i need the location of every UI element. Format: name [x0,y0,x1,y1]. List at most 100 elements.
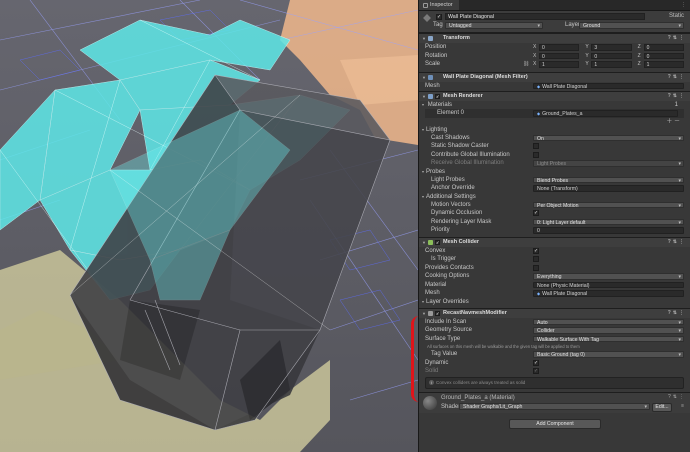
static-shadow-checkbox[interactable] [533,143,539,149]
collider-mesh-label: Mesh [425,290,440,296]
static-label[interactable]: Static [669,13,684,20]
dynamic-occlusion-row: Dynamic Occlusion ✓ [419,209,690,218]
mesh-collider-enabled-checkbox[interactable]: ✓ [435,239,440,245]
foldout-icon[interactable]: ▼ [422,92,426,101]
surface-type-dropdown[interactable]: Walkable Surface With Tag [533,335,684,343]
scale-x-field[interactable]: 1 [539,61,580,68]
add-component-button[interactable]: Add Component [509,418,601,429]
is-trigger-checkbox[interactable] [533,256,539,262]
rendering-layer-mask-dropdown[interactable]: 0: Light Layer default [533,218,684,226]
mesh-field[interactable]: Wall Plate Diagonal [533,82,684,90]
component-actions-icon[interactable]: ?⇅⋮ [668,34,686,43]
inspector-tabbar: Inspector ⋮ [419,0,690,11]
motion-vectors-dropdown[interactable]: Per Object Motion [533,201,684,209]
element-0-field[interactable]: Ground_Plates_a [533,110,678,117]
tag-dropdown[interactable]: Untagged [445,22,543,29]
mesh-renderer-header[interactable]: ▼ ✓ Mesh Renderer ?⇅⋮ [419,91,690,101]
mesh-collider-title: Mesh Collider [443,238,480,245]
rotation-z-field[interactable]: 0 [643,52,684,60]
foldout-icon[interactable]: ▼ [422,34,426,43]
object-name-field[interactable]: Wall Plate Diagonal [445,13,645,20]
rotation-x-field[interactable]: 0 [539,52,580,60]
tag-value-dropdown[interactable]: Basic Ground (tag 0) [533,351,684,358]
transform-row-scale: Scale ⛓ X1 Y1 Z1 [419,60,690,69]
foldout-icon[interactable]: ▼ [422,238,426,247]
convex-checkbox[interactable]: ✓ [533,247,539,254]
foldout-icon[interactable]: ▼ [422,309,426,318]
script-icon [428,310,433,316]
collider-material-field[interactable]: None (Physic Material) [533,281,684,289]
position-z-field[interactable]: 0 [643,44,684,51]
foldout-icon[interactable]: ▼ [422,73,426,82]
collider-mesh-row: Mesh Wall Plate Diagonal [419,289,690,298]
component-actions-icon[interactable]: ?⇅⋮ [668,238,686,247]
additional-settings-label: Additional Settings [426,193,476,200]
anchor-override-label: Anchor Override [431,185,475,191]
collider-mesh-field[interactable]: Wall Plate Diagonal [533,290,684,297]
light-probes-label: Light Probes [431,176,465,183]
scale-z-field[interactable]: 1 [643,61,684,68]
light-probes-row: Light Probes Blend Probes [419,176,690,185]
rotation-label: Rotation [425,52,448,59]
transform-header[interactable]: ▼ Transform ?⇅⋮ [419,33,690,43]
mesh-collider-header[interactable]: ▼ ✓ Mesh Collider ?⇅⋮ [419,236,690,247]
material-section: Ground_Plates_a (Material) ?⇅⋮ Shader Sh… [419,391,690,413]
layer-overrides-foldout[interactable]: Layer Overrides [419,298,690,306]
mesh-label: Mesh [425,82,440,89]
active-checkbox[interactable]: ✓ [436,14,442,20]
position-vector: X0 Y3 Z0 [533,44,684,51]
lighting-label: Lighting [426,126,448,133]
recast-modifier-enabled-checkbox[interactable]: ✓ [435,310,440,316]
rotation-y-field[interactable]: 0 [591,52,632,60]
anchor-override-field[interactable]: None (Transform) [533,185,684,192]
cooking-options-label: Cooking Options [425,273,470,279]
rotation-vector: X0 Y0 Z0 [533,52,684,60]
material-menu-icon[interactable]: ≡ [681,403,684,409]
list-add-remove[interactable]: ＋ － [419,118,690,126]
materials-foldout[interactable]: Materials 1 [419,101,690,109]
geometry-source-dropdown[interactable]: Collider [533,327,684,334]
component-actions-icon[interactable]: ?⇅⋮ [668,73,686,82]
probes-foldout[interactable]: Probes [419,168,690,176]
additional-settings-foldout[interactable]: Additional Settings [419,193,690,201]
contribute-gi-checkbox[interactable] [533,151,539,158]
component-actions-icon[interactable]: ?⇅⋮ [668,92,686,101]
link-icon[interactable]: ⛓ [523,60,529,69]
solid-checkbox: ✓ [533,368,539,374]
priority-field[interactable]: 0 [533,227,684,234]
material-actions-icon[interactable]: ?⇅⋮ [668,394,686,400]
cast-shadows-dropdown[interactable]: On [533,134,684,142]
element-label: Element 0 [437,110,465,116]
position-y-field[interactable]: 3 [591,44,632,51]
shader-edit-button[interactable]: Edit... [652,403,672,412]
position-x-field[interactable]: 0 [539,44,580,51]
mesh-filter-mesh-row: Mesh Wall Plate Diagonal [419,82,690,91]
menu-icon[interactable]: ⋮ [681,2,686,8]
recast-modifier-header[interactable]: ▼ ✓ RecastNavmeshModifier ?⇅⋮ [419,307,690,318]
scene-view[interactable] [0,0,418,452]
mesh-renderer-icon [428,94,433,99]
dynamic-checkbox[interactable]: ✓ [533,359,539,366]
solid-row: Solid ✓ [419,367,690,376]
include-in-scan-dropdown[interactable]: Auto [533,318,684,326]
layer-dropdown[interactable]: Ground [579,22,684,29]
provides-contacts-checkbox[interactable] [533,264,539,271]
materials-count[interactable]: 1 [675,101,678,109]
dynamic-occlusion-checkbox[interactable]: ✓ [533,210,539,216]
tab-inspector[interactable]: Inspector [419,0,459,10]
recast-modifier-title: RecastNavmeshModifier [443,309,507,316]
contribute-gi-row: Contribute Global Illumination [419,151,690,160]
shader-dropdown[interactable]: Shader Graphs/Lit_Graph [459,403,650,410]
scale-y-field[interactable]: 1 [591,61,632,68]
cooking-options-dropdown[interactable]: Everything [533,273,684,280]
lighting-foldout[interactable]: Lighting [419,126,690,134]
transform-row-position: Position X0 Y3 Z0 [419,43,690,52]
mesh-filter-header[interactable]: ▼ Wall Plate Diagonal (Mesh Filter) ?⇅⋮ [419,71,690,82]
layer-label: Layer [565,22,581,28]
convex-help-box: Convex colliders are always treated as s… [425,376,684,389]
light-probes-dropdown[interactable]: Blend Probes [533,176,684,184]
mesh-collider-icon [428,239,433,245]
component-actions-icon[interactable]: ?⇅⋮ [668,309,686,318]
solid-label: Solid [425,368,439,374]
mesh-renderer-enabled-checkbox[interactable]: ✓ [435,94,440,99]
